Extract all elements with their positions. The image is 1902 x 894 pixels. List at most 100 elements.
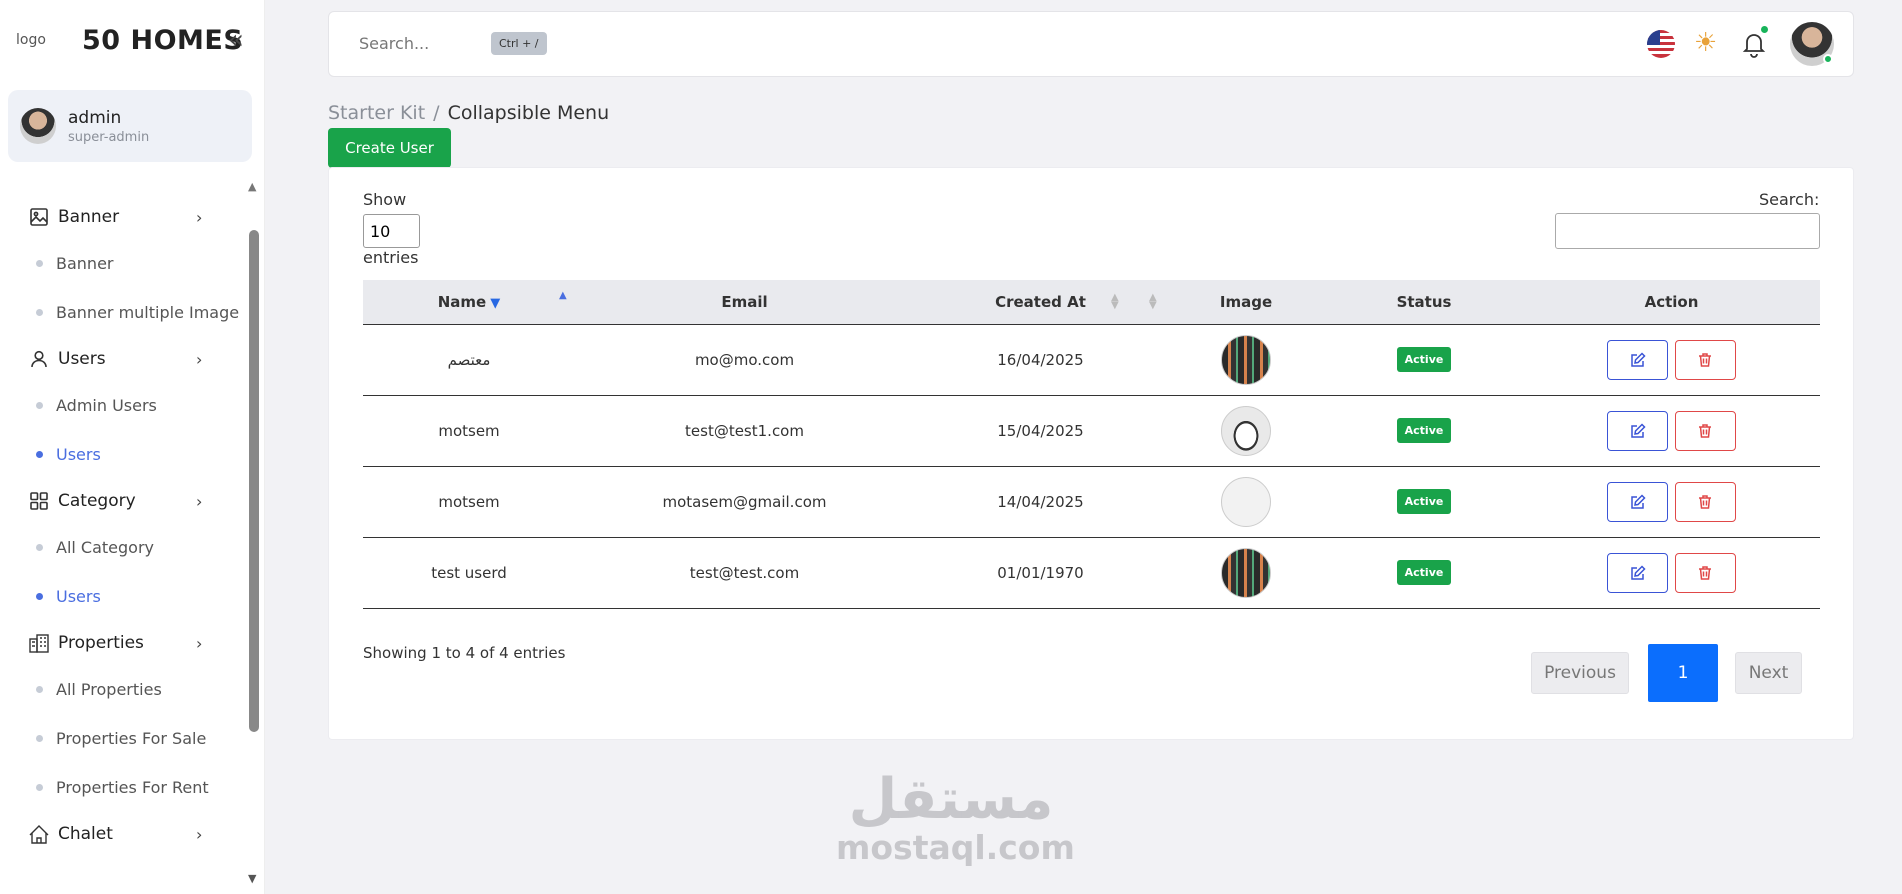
sort-icon: ▲ ▼ bbox=[1149, 292, 1157, 311]
sidebar-item-all-category[interactable]: All Category bbox=[0, 523, 245, 572]
show-label: Show bbox=[363, 190, 407, 209]
table-row: motsem motasem@gmail.com 14/04/2025 Acti… bbox=[363, 466, 1820, 538]
column-header-action: Action bbox=[1523, 280, 1820, 325]
sort-desc-icon: ▼ bbox=[490, 295, 501, 311]
sidebar-item-banner[interactable]: Banner bbox=[0, 239, 245, 288]
chalet-icon bbox=[28, 823, 50, 845]
global-search-input[interactable]: Search... bbox=[359, 34, 429, 53]
chevron-right-icon: › bbox=[196, 824, 203, 844]
cell-name: motsem bbox=[363, 395, 575, 467]
bullet-icon bbox=[36, 593, 43, 600]
cell-action bbox=[1523, 395, 1820, 467]
watermark-arabic: مستقل bbox=[848, 767, 1054, 832]
table-search-input[interactable] bbox=[1555, 213, 1820, 249]
sidebar-item-category-users[interactable]: Users bbox=[0, 572, 245, 621]
image-icon bbox=[28, 206, 50, 228]
user-role: super-admin bbox=[68, 129, 150, 145]
scroll-thumb[interactable] bbox=[249, 230, 259, 732]
delete-button[interactable] bbox=[1674, 552, 1736, 593]
cell-name: test userd bbox=[363, 537, 575, 609]
sidebar-group-properties[interactable]: Properties › bbox=[0, 621, 245, 665]
user-card[interactable]: admin super-admin bbox=[8, 90, 252, 162]
edit-button[interactable] bbox=[1607, 339, 1669, 380]
column-header-name[interactable]: Name ▼ ▲ bbox=[363, 280, 575, 325]
cell-name: معتصم bbox=[363, 324, 575, 396]
breadcrumb: Starter Kit / Collapsible Menu bbox=[328, 102, 609, 124]
sidebar-group-category[interactable]: Category › bbox=[0, 479, 245, 523]
delete-button[interactable] bbox=[1674, 339, 1736, 380]
sidebar-scrollbar[interactable]: ▲ ▼ bbox=[248, 180, 260, 894]
cell-image bbox=[1167, 324, 1325, 396]
sidebar-group-users[interactable]: Users › bbox=[0, 337, 245, 381]
sidebar-group-label: Category bbox=[58, 491, 136, 511]
edit-button[interactable] bbox=[1607, 481, 1669, 522]
scroll-down-icon[interactable]: ▼ bbox=[248, 872, 256, 885]
cell-email: test@test.com bbox=[575, 537, 914, 609]
edit-button[interactable] bbox=[1607, 552, 1669, 593]
cell-created-at: 16/04/2025 bbox=[914, 324, 1167, 396]
bullet-icon bbox=[36, 260, 43, 267]
cell-name: motsem bbox=[363, 466, 575, 538]
entries-label: entries bbox=[363, 248, 419, 267]
notification-dot bbox=[1761, 26, 1768, 33]
pagination-previous-button[interactable]: Previous bbox=[1531, 652, 1629, 694]
page-size-select[interactable] bbox=[363, 214, 420, 248]
sidebar-item-banner-multiple-image[interactable]: Banner multiple Image bbox=[0, 288, 245, 337]
sidebar-group-banner[interactable]: Banner › bbox=[0, 195, 245, 239]
grid-icon bbox=[28, 490, 50, 512]
breadcrumb-link-starter-kit[interactable]: Starter Kit bbox=[328, 102, 425, 124]
brand[interactable]: logo 50 HOMES bbox=[16, 20, 243, 60]
table-info: Showing 1 to 4 of 4 entries bbox=[363, 644, 566, 662]
sidebar-group-chalet[interactable]: Chalet › bbox=[0, 812, 245, 856]
cell-created-at: 14/04/2025 bbox=[914, 466, 1167, 538]
cell-status: Active bbox=[1325, 324, 1523, 396]
delete-button[interactable] bbox=[1674, 410, 1736, 451]
theme-toggle-sun-icon[interactable]: ☀ bbox=[1694, 28, 1717, 58]
column-header-created-at[interactable]: Created At ▲ ▼ bbox=[914, 280, 1167, 325]
pagination-next-button[interactable]: Next bbox=[1735, 652, 1802, 694]
sidebar: logo 50 HOMES « admin super-admin Banner… bbox=[0, 0, 265, 894]
pagination-page-1[interactable]: 1 bbox=[1648, 644, 1718, 702]
user-thumbnail[interactable] bbox=[1221, 334, 1271, 385]
chevron-right-icon: › bbox=[196, 207, 203, 227]
cell-status: Active bbox=[1325, 395, 1523, 467]
us-flag-icon[interactable] bbox=[1647, 30, 1675, 58]
bullet-icon bbox=[36, 544, 43, 551]
user-name: admin bbox=[68, 107, 122, 128]
delete-button[interactable] bbox=[1674, 481, 1736, 522]
sidebar-item-properties-for-sale[interactable]: Properties For Sale bbox=[0, 714, 245, 763]
cell-image bbox=[1167, 537, 1325, 609]
trash-icon bbox=[1699, 565, 1712, 580]
sidebar-item-label: Users bbox=[56, 445, 101, 464]
column-header-email[interactable]: Email ▲ ▼ bbox=[575, 280, 1119, 325]
user-thumbnail[interactable] bbox=[1221, 405, 1271, 456]
sidebar-item-users[interactable]: Users bbox=[0, 430, 245, 479]
sort-asc-icon: ▲ bbox=[559, 290, 567, 301]
scroll-up-icon[interactable]: ▲ bbox=[248, 180, 256, 193]
edit-button[interactable] bbox=[1607, 410, 1669, 451]
users-table-card: Show entries Search: Name▼ ▲ Email ▲▼ Cr… bbox=[328, 167, 1854, 740]
edit-icon bbox=[1630, 351, 1646, 367]
sidebar-group-label: Properties bbox=[58, 633, 144, 653]
sidebar-item-all-properties[interactable]: All Properties bbox=[0, 665, 245, 714]
table-header-row: Name ▼ ▲ Email ▲ ▼ Created At ▲ ▼ Image Sta… bbox=[363, 280, 1820, 325]
avatar bbox=[20, 108, 56, 144]
user-thumbnail[interactable] bbox=[1221, 547, 1271, 598]
create-user-button[interactable]: Create User bbox=[328, 128, 451, 168]
cell-action bbox=[1523, 537, 1820, 609]
users-table: Name ▼ ▲ Email ▲ ▼ Created At ▲ ▼ Image Sta… bbox=[363, 280, 1820, 609]
topbar: Search... Ctrl + / ☀ bbox=[328, 11, 1854, 77]
bullet-icon bbox=[36, 735, 43, 742]
sidebar-item-properties-for-rent[interactable]: Properties For Rent bbox=[0, 763, 245, 812]
sidebar-item-admin-users[interactable]: Admin Users bbox=[0, 381, 245, 430]
notification-bell-icon[interactable] bbox=[1741, 30, 1767, 58]
collapse-sidebar-icon[interactable]: « bbox=[228, 26, 244, 54]
sidebar-nav: Banner › Banner Banner multiple Image Us… bbox=[0, 195, 245, 856]
status-badge: Active bbox=[1396, 560, 1452, 585]
cell-email: test@test1.com bbox=[575, 395, 914, 467]
chevron-right-icon: › bbox=[196, 633, 203, 653]
table-row: motsem test@test1.com 15/04/2025 Active bbox=[363, 395, 1820, 467]
sidebar-item-label: Users bbox=[56, 587, 101, 606]
sidebar-item-label: All Properties bbox=[56, 680, 162, 699]
user-thumbnail[interactable] bbox=[1221, 476, 1271, 527]
